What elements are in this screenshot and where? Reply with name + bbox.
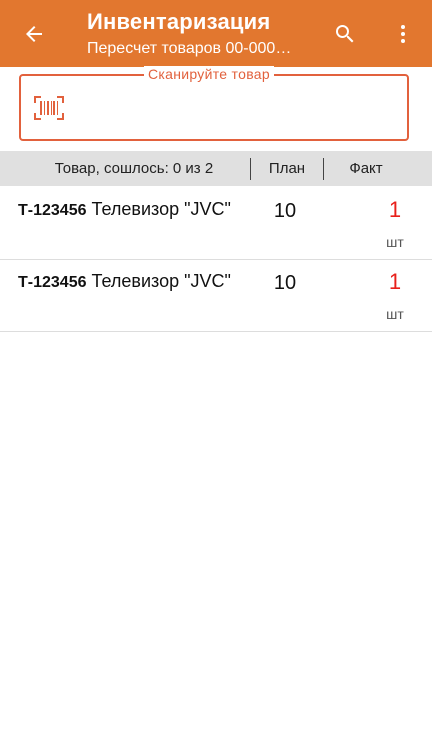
- column-header-fact: Факт: [349, 160, 383, 177]
- item-fact-qty: 1: [388, 269, 402, 294]
- row-divider: [0, 331, 432, 332]
- item-title: Телевизор "JVC": [91, 199, 231, 219]
- app-bar: Инвентаризация Пересчет товаров 00-000…: [0, 0, 432, 67]
- table-header: Товар, сошлось: 0 из 2 План Факт: [0, 151, 432, 186]
- barcode-icon: [34, 96, 64, 120]
- item-unit: шт: [386, 234, 404, 250]
- more-vertical-icon: [401, 25, 405, 43]
- table-row[interactable]: Т-123456 Телевизор "JVC" 10 1 шт: [0, 188, 432, 260]
- arrow-back-icon: [26, 26, 42, 42]
- back-button[interactable]: [14, 14, 54, 54]
- item-code: Т-123456: [18, 202, 87, 219]
- item-fact-qty: 1: [388, 197, 402, 222]
- overflow-menu-button[interactable]: [383, 14, 423, 54]
- item-code: Т-123456: [18, 274, 87, 291]
- column-header-goods: Товар, сошлось: 0 из 2: [54, 160, 214, 177]
- search-icon: [336, 25, 354, 43]
- scan-input-label: Сканируйте товар: [144, 66, 274, 82]
- item-plan-qty: 10: [273, 272, 297, 294]
- item-plan-qty: 10: [273, 200, 297, 222]
- screen-title: Инвентаризация: [87, 9, 271, 34]
- app-screen: Инвентаризация Пересчет товаров 00-000… …: [0, 0, 432, 739]
- item-title: Телевизор "JVC": [91, 271, 231, 291]
- scan-input[interactable]: [19, 74, 409, 141]
- item-unit: шт: [386, 306, 404, 322]
- item-name: Т-123456 Телевизор "JVC": [18, 199, 231, 220]
- column-header-plan: План: [268, 160, 306, 177]
- table-row[interactable]: Т-123456 Телевизор "JVC" 10 1 шт: [0, 260, 432, 332]
- screen-subtitle: Пересчет товаров 00-000…: [87, 40, 292, 57]
- search-button[interactable]: [325, 14, 365, 54]
- item-name: Т-123456 Телевизор "JVC": [18, 271, 231, 292]
